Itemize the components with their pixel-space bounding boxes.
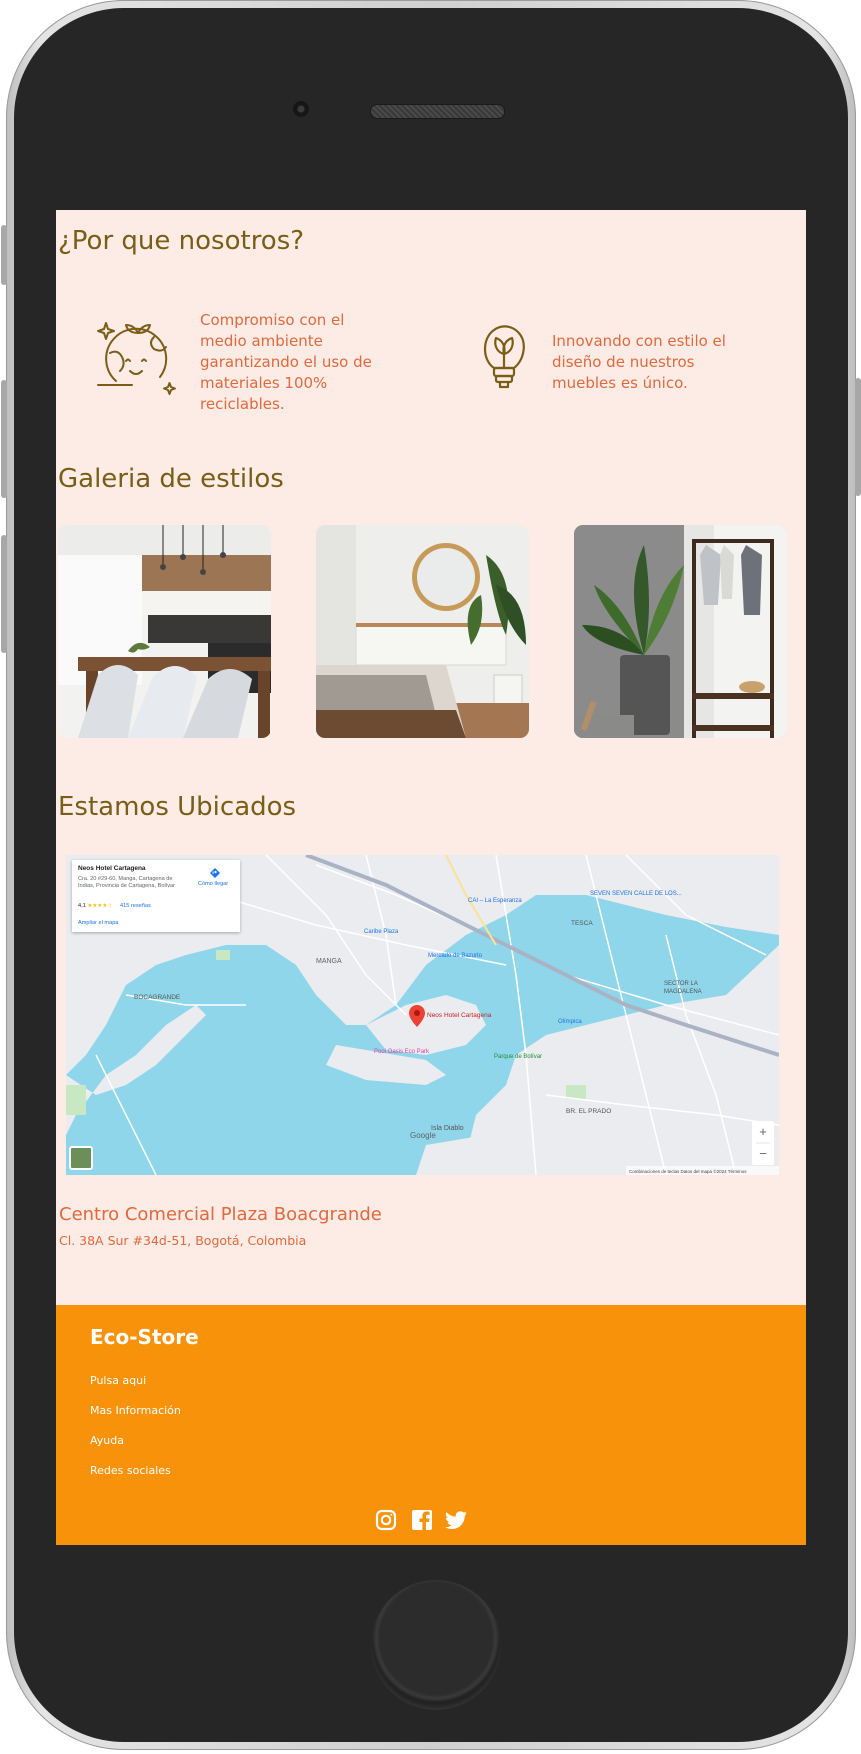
twitter-icon[interactable]: [444, 1508, 468, 1532]
mute-switch: [1, 225, 7, 285]
bedroom-photo[interactable]: [316, 525, 529, 738]
svg-text:BR. EL PRADO: BR. EL PRADO: [566, 1108, 611, 1115]
place-name: Centro Comercial Plaza Boacgrande: [59, 1204, 382, 1225]
footer-link-more-info[interactable]: Mas Información: [90, 1404, 181, 1417]
directions-link[interactable]: Cómo llegar: [198, 881, 228, 887]
svg-text:Parque de Bolívar: Parque de Bolívar: [494, 1054, 542, 1060]
place-address: Cl. 38A Sur #34d-51, Bogotá, Colombia: [59, 1233, 307, 1248]
power-button: [855, 378, 861, 496]
gallery-title: Galeria de estilos: [58, 464, 284, 494]
svg-text:Isla Diablo: Isla Diablo: [431, 1125, 464, 1132]
map-zoom-out-button[interactable]: −: [752, 1143, 774, 1165]
map-card-reviews-link[interactable]: 415 reseñas: [120, 903, 151, 909]
map-card-address: Cra. 20 #29-60, Manga, Cartagena de Indi…: [78, 876, 176, 889]
footer-link-click-here[interactable]: Pulsa aqui: [90, 1374, 146, 1387]
lightbulb-leaf-icon: [483, 325, 525, 389]
svg-text:SECTOR LA: SECTOR LA: [664, 981, 698, 987]
svg-text:BOCAGRANDE: BOCAGRANDE: [134, 994, 181, 1001]
why-us-title: ¿Por que nosotros?: [58, 226, 305, 256]
svg-text:Pool Oasis Eco Park: Pool Oasis Eco Park: [374, 1049, 430, 1055]
svg-text:Neos Hotel Cartagena: Neos Hotel Cartagena: [427, 1012, 492, 1019]
svg-text:Combinaciones de teclas Dato: Combinaciones de teclas Datos del mapa ©…: [629, 1168, 747, 1174]
plant-clothes-rack-photo[interactable]: [574, 525, 787, 738]
svg-text:Caribe Plaza: Caribe Plaza: [364, 929, 399, 935]
svg-text:TESCA: TESCA: [571, 920, 593, 927]
map-card-rating: 4,1: [78, 903, 86, 909]
map-card-stars: ★★★★☆: [87, 903, 113, 909]
screen: ¿Por que nosotros? Compromiso con el med…: [56, 210, 806, 1545]
map-zoom-in-button[interactable]: +: [752, 1121, 774, 1143]
feature-text-innovation: Innovando con estilo el diseño de nuestr…: [552, 332, 726, 392]
footer-link-help[interactable]: Ayuda: [90, 1434, 124, 1447]
kitchen-dining-photo[interactable]: [58, 525, 271, 738]
feature-text-environment: Compromiso con el medio ambiente garanti…: [200, 311, 372, 413]
svg-text:Olímpica: Olímpica: [558, 1019, 582, 1025]
front-camera: [293, 101, 309, 117]
smiling-earth-icon: [97, 322, 176, 395]
facebook-icon[interactable]: [410, 1508, 434, 1532]
footer: Eco-Store Pulsa aqui Mas Información Ayu…: [56, 1305, 806, 1545]
map-info-card: Neos Hotel Cartagena Cra. 20 #29-60, Man…: [72, 860, 240, 932]
volume-down-button: [1, 535, 7, 653]
svg-text:Google: Google: [410, 1131, 436, 1140]
location-title: Estamos Ubicados: [58, 792, 297, 822]
footer-brand[interactable]: Eco-Store: [90, 1325, 199, 1349]
map-card-rating-row: 4,1 ★★★★☆ 415 reseñas: [78, 903, 151, 909]
map-card-title: Neos Hotel Cartagena: [78, 865, 146, 872]
home-button[interactable]: [371, 1580, 501, 1710]
volume-up-button: [1, 380, 7, 498]
svg-text:SEVEN SEVEN CALLE DE LOS...: SEVEN SEVEN CALLE DE LOS...: [590, 891, 682, 897]
google-map[interactable]: MANGA BOCAGRANDE TESCA SECTOR LA MAGDALE…: [66, 855, 779, 1175]
footer-link-social[interactable]: Redes sociales: [90, 1464, 171, 1477]
earpiece-speaker: [370, 104, 505, 119]
svg-text:MANGA: MANGA: [316, 958, 342, 965]
svg-text:CAI – La Esperanza: CAI – La Esperanza: [468, 898, 522, 904]
svg-text:MAGDALENA: MAGDALENA: [664, 989, 702, 995]
instagram-icon[interactable]: [374, 1508, 398, 1532]
directions-icon[interactable]: [210, 868, 220, 878]
map-enlarge-link[interactable]: Ampliar el mapa: [78, 920, 118, 926]
svg-text:Mercado de Bazurto: Mercado de Bazurto: [428, 953, 483, 959]
